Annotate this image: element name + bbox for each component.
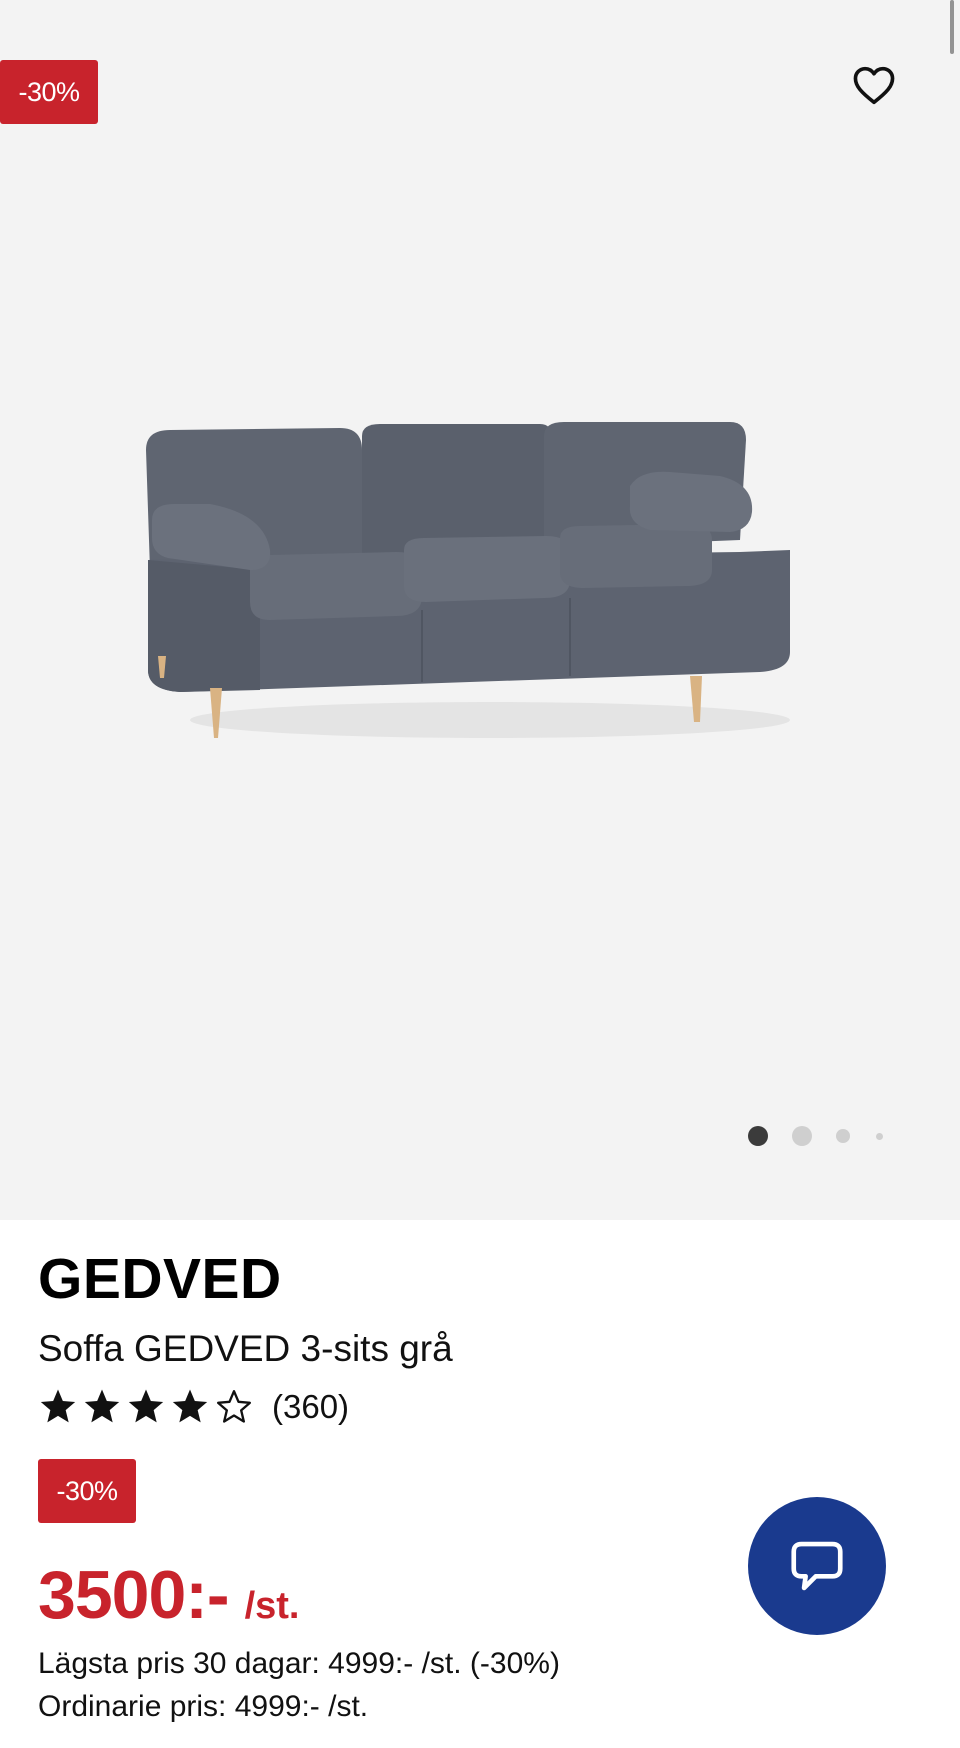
image-pagination (748, 1126, 883, 1146)
favorite-button[interactable] (848, 60, 900, 110)
product-rating[interactable]: (360) (38, 1387, 349, 1427)
heart-outline-icon (853, 66, 895, 105)
page-scrollbar[interactable] (950, 0, 954, 54)
pagination-dot-active[interactable] (748, 1126, 768, 1146)
discount-badge: -30% (38, 1459, 136, 1523)
star-filled-icon (84, 1389, 120, 1423)
regular-price: Ordinarie pris: 4999:- /st. (38, 1690, 369, 1723)
discount-badge: -30% (0, 60, 98, 124)
product-image-gallery[interactable]: -30% (0, 0, 960, 1220)
star-filled-icon (172, 1389, 208, 1423)
product-brand: GEDVED (38, 1247, 282, 1311)
product-price: 3500:- (38, 1557, 230, 1633)
chat-button[interactable] (748, 1497, 886, 1635)
pagination-dot[interactable] (876, 1132, 883, 1140)
star-outline-icon (217, 1390, 251, 1423)
sofa-product-image (146, 422, 790, 738)
rating-stars (38, 1387, 258, 1427)
price-row: 3500:- /st. (38, 1556, 299, 1634)
pagination-dot[interactable] (836, 1129, 850, 1143)
star-filled-icon (40, 1389, 76, 1423)
speech-bubble-icon (791, 1541, 843, 1591)
lowest-price-30-days: Lägsta pris 30 dagar: 4999:- /st. (-30%) (38, 1647, 560, 1680)
star-filled-icon (128, 1389, 164, 1423)
product-name: Soffa GEDVED 3-sits grå (38, 1328, 453, 1369)
pagination-dot[interactable] (792, 1126, 812, 1146)
price-unit: /st. (244, 1585, 300, 1627)
review-count[interactable]: (360) (272, 1388, 349, 1426)
